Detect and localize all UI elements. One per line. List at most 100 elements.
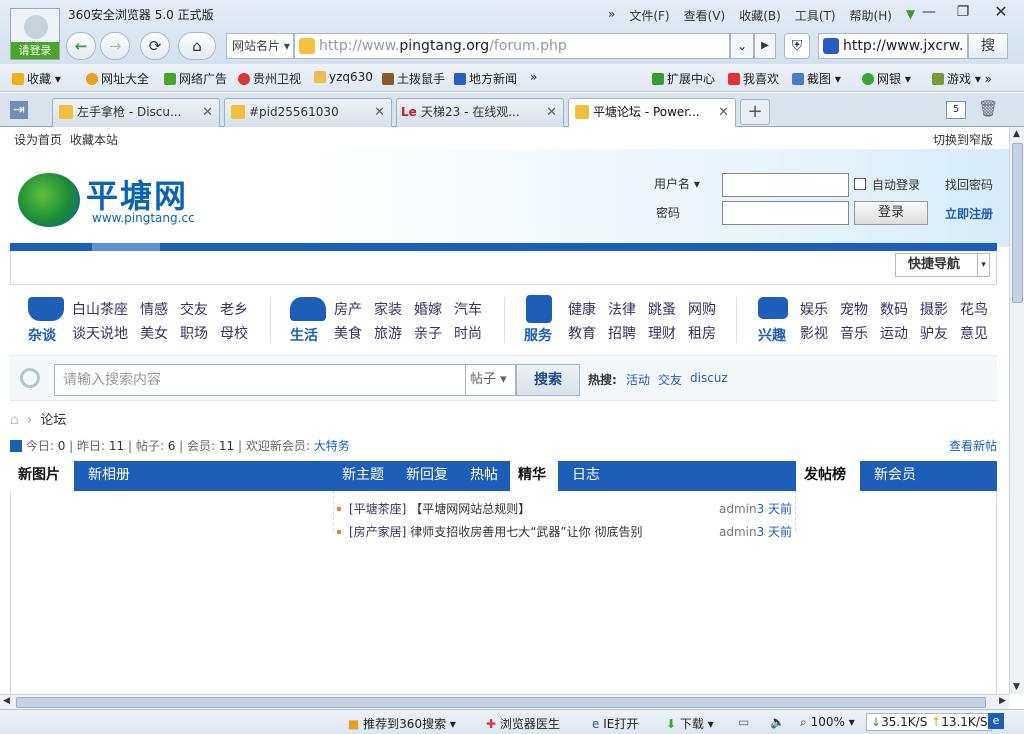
category-link[interactable]: 交友 [180,299,208,319]
site-card-button[interactable]: 网站名片 ▾ [226,33,294,59]
recommend-360-button[interactable]: ■ 推荐到360搜索 ▾ [348,715,456,732]
speaker-icon[interactable]: 🔈 [770,715,785,729]
category-link[interactable]: 驴友 [920,323,948,343]
category-title[interactable]: 生活 [290,325,318,345]
maximize-button[interactable]: ❐ [946,2,980,24]
refresh-button[interactable]: ⟳ [140,32,170,60]
category-link[interactable]: 招聘 [608,323,636,343]
category-link[interactable]: 音乐 [840,323,868,343]
menu-favorites[interactable]: 收藏(B) [735,7,785,24]
category-link[interactable]: 摄影 [920,299,948,319]
tab-new-threads[interactable]: 新主题 [334,461,392,491]
category-link[interactable]: 影视 [800,323,828,343]
forward-button[interactable]: → [100,32,130,60]
browser-doctor-button[interactable]: ✚ 浏览器医生 [486,715,560,732]
address-bar[interactable]: http://www.pingtang.org/forum.php [294,33,730,59]
home-icon[interactable]: ⌂ [10,412,19,428]
category-link[interactable]: 网购 [688,299,716,319]
tab-pingtang[interactable]: 平塘论坛 - Power... ✕ [568,98,736,128]
tab-discuz[interactable]: 左手拿枪 - Discu... ✕ [52,98,220,127]
user-avatar[interactable]: 请登录 [10,8,60,60]
like-button[interactable]: 我喜欢 [728,70,779,87]
tab-blogs[interactable]: 日志 [564,461,608,491]
horizontal-scrollbar[interactable]: ◀ ▶ [0,694,1009,709]
zoom-control[interactable]: ⌕ 100% ▾ [800,715,855,730]
post-author[interactable]: admin [719,525,757,539]
category-link[interactable]: 谈天说地 [72,323,128,343]
window-icon[interactable]: ▭ [738,715,749,729]
extension-center-button[interactable]: 扩展中心 [652,70,715,87]
netbank-button[interactable]: 网银 ▾ [862,70,911,87]
category-link[interactable]: 数码 [880,299,908,319]
category-link[interactable]: 娱乐 [800,299,828,319]
close-button[interactable]: ✕ [984,2,1018,24]
tab-new-albums[interactable]: 新相册 [80,461,138,491]
fav-item-local-news[interactable]: 地方新闻 [454,70,517,87]
search-button[interactable]: 搜 [968,33,1008,59]
category-link[interactable]: 房产 [334,299,362,319]
category-title[interactable]: 杂谈 [28,325,56,345]
post-category-link[interactable]: [平塘茶座] [349,502,406,516]
tab-new-images[interactable]: 新图片 [10,461,74,491]
tab-close-icon[interactable]: ✕ [546,99,557,126]
scroll-up-icon[interactable]: ▲ [1013,129,1020,139]
set-home-link[interactable]: 设为首页 [14,131,62,148]
username-input[interactable] [722,173,849,197]
address-dropdown-button[interactable]: ⌄ [730,33,754,59]
category-link[interactable]: 美食 [334,323,362,343]
category-link[interactable]: 理财 [648,323,676,343]
category-link[interactable]: 美女 [140,323,168,343]
post-category-link[interactable]: [房产家居] [349,525,406,539]
category-link[interactable]: 情感 [140,299,168,319]
category-title[interactable]: 服务 [524,325,552,345]
search-engine-input[interactable]: http://www.jxcrw. [818,33,968,59]
forgot-password-link[interactable]: 找回密码 [945,176,993,193]
category-link[interactable]: 教育 [568,323,596,343]
favorites-menu[interactable]: 收藏 ▾ [12,70,61,87]
category-link[interactable]: 意见 [960,323,988,343]
category-link[interactable]: 母校 [220,323,248,343]
category-link[interactable]: 亲子 [414,323,442,343]
quick-nav-button[interactable]: 快捷导航 ▾ [895,253,990,277]
login-button[interactable]: 登录 [854,201,928,225]
menu-tools[interactable]: 工具(T) [791,7,840,24]
menu-view[interactable]: 查看(V) [680,7,730,24]
password-input[interactable] [722,201,849,225]
fav-item-groundhog[interactable]: 土拨鼠手 [382,70,445,87]
category-link[interactable]: 花鸟 [960,299,988,319]
tab-new-replies[interactable]: 新回复 [398,461,456,491]
tab-close-icon[interactable]: ✕ [202,99,213,126]
menu-help[interactable]: 帮助(H) [846,7,896,24]
trash-icon[interactable]: 🗑 [978,99,998,118]
category-link[interactable]: 运动 [880,323,908,343]
login-badge[interactable]: 请登录 [11,42,59,59]
search-type-select[interactable]: 帖子 ▾ [466,364,516,396]
go-button[interactable]: ▶ [754,33,776,59]
post-title-link[interactable]: 【平塘网网站总规则】 [410,502,530,516]
new-member-link[interactable]: 大特务 [314,439,350,453]
ie-open-button[interactable]: e IE打开 [592,715,638,732]
download-button[interactable]: ⬇ 下载 ▾ [666,715,714,732]
scroll-down-icon[interactable]: ▼ [1013,682,1020,692]
view-new-posts-link[interactable]: 查看新帖 [949,437,997,454]
tab-hot-threads[interactable]: 热帖 [462,461,506,491]
shield-icon[interactable]: ⛨ [784,33,810,59]
fav-item-nav[interactable]: 网址大全 [86,70,149,87]
category-link[interactable]: 租房 [688,323,716,343]
screenshot-button[interactable]: 截图 ▾ [792,70,841,87]
hot-search-link[interactable]: discuz [690,371,728,385]
tab-new-members[interactable]: 新会员 [866,461,924,491]
forum-search-input[interactable]: 请输入搜索内容 [54,364,466,396]
games-button[interactable]: 游戏 ▾ » [932,70,992,87]
category-title[interactable]: 兴趣 [758,325,786,345]
category-link[interactable]: 健康 [568,299,596,319]
tab-pid[interactable]: #pid25561030 ✕ [224,98,392,127]
hot-search-link[interactable]: 交友 [658,371,682,388]
tab-letv[interactable]: Le 天梯23 - 在线观... ✕ [396,98,564,127]
tab-close-icon[interactable]: ✕ [374,99,385,126]
category-link[interactable]: 老乡 [220,299,248,319]
tab-post-ranking[interactable]: 发帖榜 [796,461,860,491]
category-link[interactable]: 时尚 [454,323,482,343]
category-link[interactable]: 汽车 [454,299,482,319]
post-author[interactable]: admin [719,502,757,516]
